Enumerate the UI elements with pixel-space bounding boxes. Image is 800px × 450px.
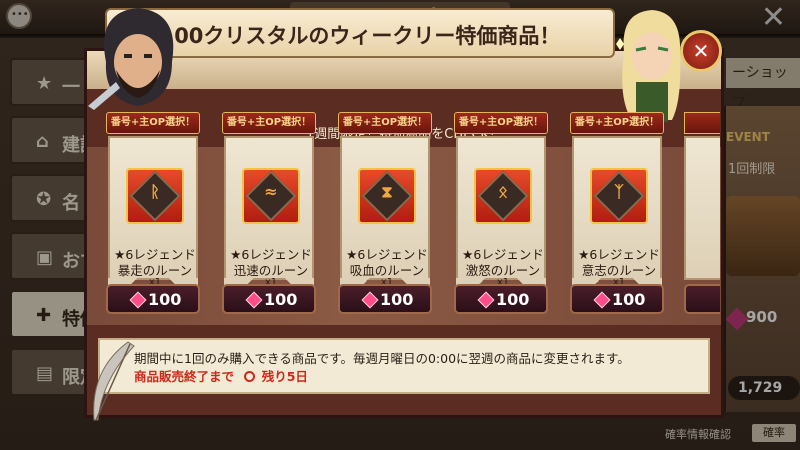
blonde-hero-icon [616, 10, 681, 122]
buy-price: 100 [380, 290, 414, 309]
card-ribbon: 番号+主OP選択！ [222, 112, 316, 134]
buy-button[interactable]: 100 [106, 284, 200, 314]
popup-close-button[interactable]: ✕ [680, 30, 722, 72]
buy-price: 100 [148, 290, 182, 309]
buy-price: 100 [264, 290, 298, 309]
deal-card: ᚱ ★6レジェンド 暴走のルーン x1 番号+主OP選択！ 100 [106, 112, 200, 322]
crystal-icon [245, 291, 263, 309]
deal-card-partial[interactable] [684, 112, 720, 322]
crystal-icon [361, 291, 379, 309]
card-banner: ≈ ★6レジェンド 迅速のルーン x1 [224, 136, 314, 292]
deal-card: ⧗ ★6レジェンド 吸血のルーン x1 番号+主OP選択！ 100 [338, 112, 432, 322]
card-ribbon: 番号+主OP選択！ [338, 112, 432, 134]
hooded-hero-icon [88, 8, 174, 110]
buy-button[interactable]: 100 [570, 284, 664, 314]
info-text: 期間中に1回のみ購入できる商品です。毎週月曜日の0:00に翌週の商品に変更されま… [134, 351, 630, 366]
deal-card: ≈ ★6レジェンド 迅速のルーン x1 番号+主OP選択！ 100 [222, 112, 316, 322]
info-box: 期間中に1回のみ購入できる商品です。毎週月曜日の0:00に翌週の商品に変更されま… [98, 338, 710, 394]
deal-card: ᛉ ★6レジェンド 意志のルーン x1 番号+主OP選択！ 100 [570, 112, 664, 322]
crystal-icon [593, 291, 611, 309]
rune-icon: ᚱ [126, 168, 184, 224]
buy-button[interactable]: 100 [222, 284, 316, 314]
sale-ends-label: 商品販売終了まで [134, 369, 235, 384]
rune-icon: ≈ [242, 168, 300, 224]
buy-button[interactable]: 100 [454, 284, 548, 314]
deal-card: ᛟ ★6レジェンド 激怒のルーン x1 番号+主OP選択！ 100 [454, 112, 548, 322]
buy-button[interactable]: 100 [338, 284, 432, 314]
rune-icon: ᛟ [474, 168, 532, 224]
remaining-time: 残り5日 [261, 369, 308, 384]
quill-feather-icon [93, 341, 135, 421]
card-banner: ⧗ ★6レジェンド 吸血のルーン x1 [340, 136, 430, 292]
crystal-icon [477, 291, 495, 309]
card-banner: ᚱ ★6レジェンド 暴走のルーン x1 [108, 136, 198, 292]
rune-icon: ᛉ [590, 168, 648, 224]
crystal-icon [129, 291, 147, 309]
buy-price: 100 [612, 290, 646, 309]
card-banner: ᛟ ★6レジェンド 激怒のルーン x1 [456, 136, 546, 292]
buy-price: 100 [496, 290, 530, 309]
clock-icon [244, 371, 256, 382]
card-banner: ᛉ ★6レジェンド 意志のルーン x1 [572, 136, 662, 292]
card-ribbon: 番号+主OP選択！ [106, 112, 200, 134]
card-ribbon: 番号+主OP選択！ [570, 112, 664, 134]
sale-ends-row: 商品販売終了まで 残り5日 [134, 366, 308, 385]
rune-icon: ⧗ [358, 168, 416, 224]
card-ribbon: 番号+主OP選択！ [454, 112, 548, 134]
